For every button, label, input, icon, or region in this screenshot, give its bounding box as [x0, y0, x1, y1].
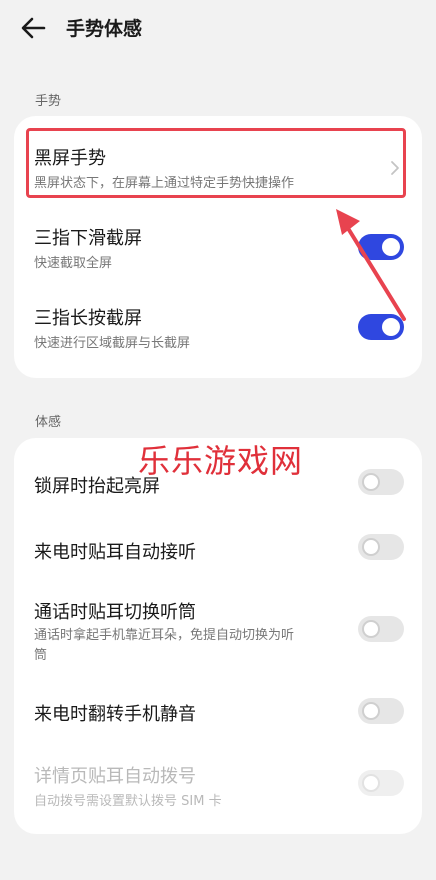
item-title: 详情页贴耳自动拨号 [34, 766, 196, 787]
motion-card: 锁屏时抬起亮屏 来电时贴耳自动接听 通话时贴耳切换听筒 通话时拿起手机靠近耳朵，… [14, 438, 422, 834]
item-title: 三指长按截屏 [34, 308, 142, 329]
watermark: 乐乐游戏网 [138, 442, 304, 480]
list-item-flip-to-mute[interactable]: 来电时翻转手机静音 [14, 688, 422, 748]
item-title: 三指下滑截屏 [34, 228, 142, 249]
item-subtitle-line1: 通话时拿起手机靠近耳朵，免提自动切换为听 [34, 628, 295, 643]
item-title: 来电时翻转手机静音 [34, 704, 196, 725]
item-title: 来电时贴耳自动接听 [34, 542, 196, 563]
list-item-auto-dial: 详情页贴耳自动拨号 自动拨号需设置默认拨号 SIM 卡 [14, 748, 422, 834]
item-subtitle: 快速进行区域截屏与长截屏 [34, 336, 191, 351]
toggle-knob [362, 538, 380, 556]
toggle-switch [358, 770, 404, 796]
top-bar: 手势体感 [0, 0, 436, 56]
toggle-knob [362, 702, 380, 720]
item-subtitle: 自动拨号需设置默认拨号 SIM 卡 [34, 794, 222, 809]
list-item-switch-to-earpiece[interactable]: 通话时贴耳切换听筒 通话时拿起手机靠近耳朵，免提自动切换为听 筒 [14, 590, 422, 688]
back-arrow-icon[interactable] [18, 14, 50, 42]
toggle-knob [362, 774, 380, 792]
toggle-switch[interactable] [358, 534, 404, 560]
item-title: 通话时贴耳切换听筒 [34, 602, 196, 623]
annotation-arrow-icon [336, 209, 406, 321]
toggle-switch[interactable] [358, 616, 404, 642]
highlight-box [26, 128, 406, 198]
section-label-motion: 体感 [35, 415, 62, 430]
toggle-switch[interactable] [358, 698, 404, 724]
toggle-switch[interactable] [358, 469, 404, 495]
list-item-auto-answer[interactable]: 来电时贴耳自动接听 [14, 524, 422, 590]
page-title: 手势体感 [66, 18, 143, 40]
item-subtitle: 快速截取全屏 [34, 256, 113, 271]
section-label-gesture: 手势 [35, 94, 62, 109]
toggle-knob [362, 473, 380, 491]
toggle-knob [362, 620, 380, 638]
item-subtitle-line2: 筒 [34, 648, 48, 663]
